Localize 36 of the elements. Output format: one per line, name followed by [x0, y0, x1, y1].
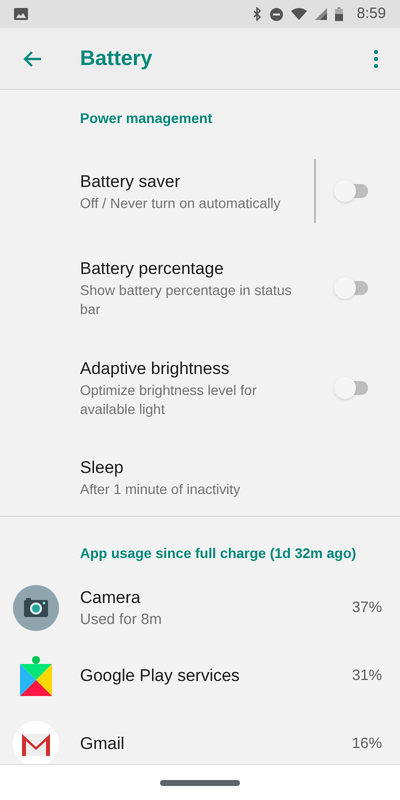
app-usage-row[interactable]: Google Play services 31% [0, 642, 400, 710]
setting-summary: Off / Never turn on automatically [80, 194, 282, 212]
app-usage-row[interactable]: Gmail 16% [0, 710, 400, 764]
camera-icon [13, 585, 59, 631]
settings-row[interactable]: Adaptive brightness Optimize brightness level for available light [0, 338, 400, 438]
setting-summary: Optimize brightness level for available light [80, 381, 258, 419]
page-title: Battery [80, 46, 152, 72]
app-name: Gmail [80, 733, 126, 755]
bluetooth-icon [252, 7, 262, 21]
settings-row[interactable]: Sleep After 1 minute of inactivity [0, 438, 400, 516]
section-header: App usage since full charge (1d 32m ago) [79, 544, 358, 563]
usage-percent: 31% [352, 666, 382, 686]
setting-title: Sleep [80, 456, 124, 478]
clock: 8:59 [356, 4, 386, 24]
setting-summary: After 1 minute of inactivity [80, 480, 242, 498]
wifi-icon [290, 8, 307, 20]
setting-summary: Show battery percentage in status bar [80, 281, 293, 319]
app-name: Google Play services [80, 665, 241, 687]
section-header: Power management [79, 109, 214, 128]
setting-title: Adaptive brightness [80, 358, 230, 380]
usage-percent: 37% [352, 598, 382, 618]
home-handle[interactable] [160, 780, 240, 786]
usage-percent: 16% [352, 734, 382, 754]
settings-row[interactable]: Battery percentage Show battery percentage in status bar [0, 238, 400, 338]
app-usage-row[interactable]: Camera Used for 8m 37% [0, 574, 400, 642]
puzzle-icon [18, 656, 54, 696]
battery-icon [334, 7, 343, 21]
settings-row[interactable]: Battery saver Off / Never turn on automatically [0, 144, 400, 238]
app-usage-time: Used for 8m [80, 610, 163, 630]
app-name: Camera [80, 587, 142, 609]
setting-title: Battery saver [80, 170, 182, 192]
back-arrow-icon [22, 50, 42, 68]
setting-title: Battery percentage [80, 258, 225, 280]
signal-icon [314, 8, 327, 20]
image-icon [14, 8, 28, 20]
do-not-disturb-icon [270, 8, 283, 20]
